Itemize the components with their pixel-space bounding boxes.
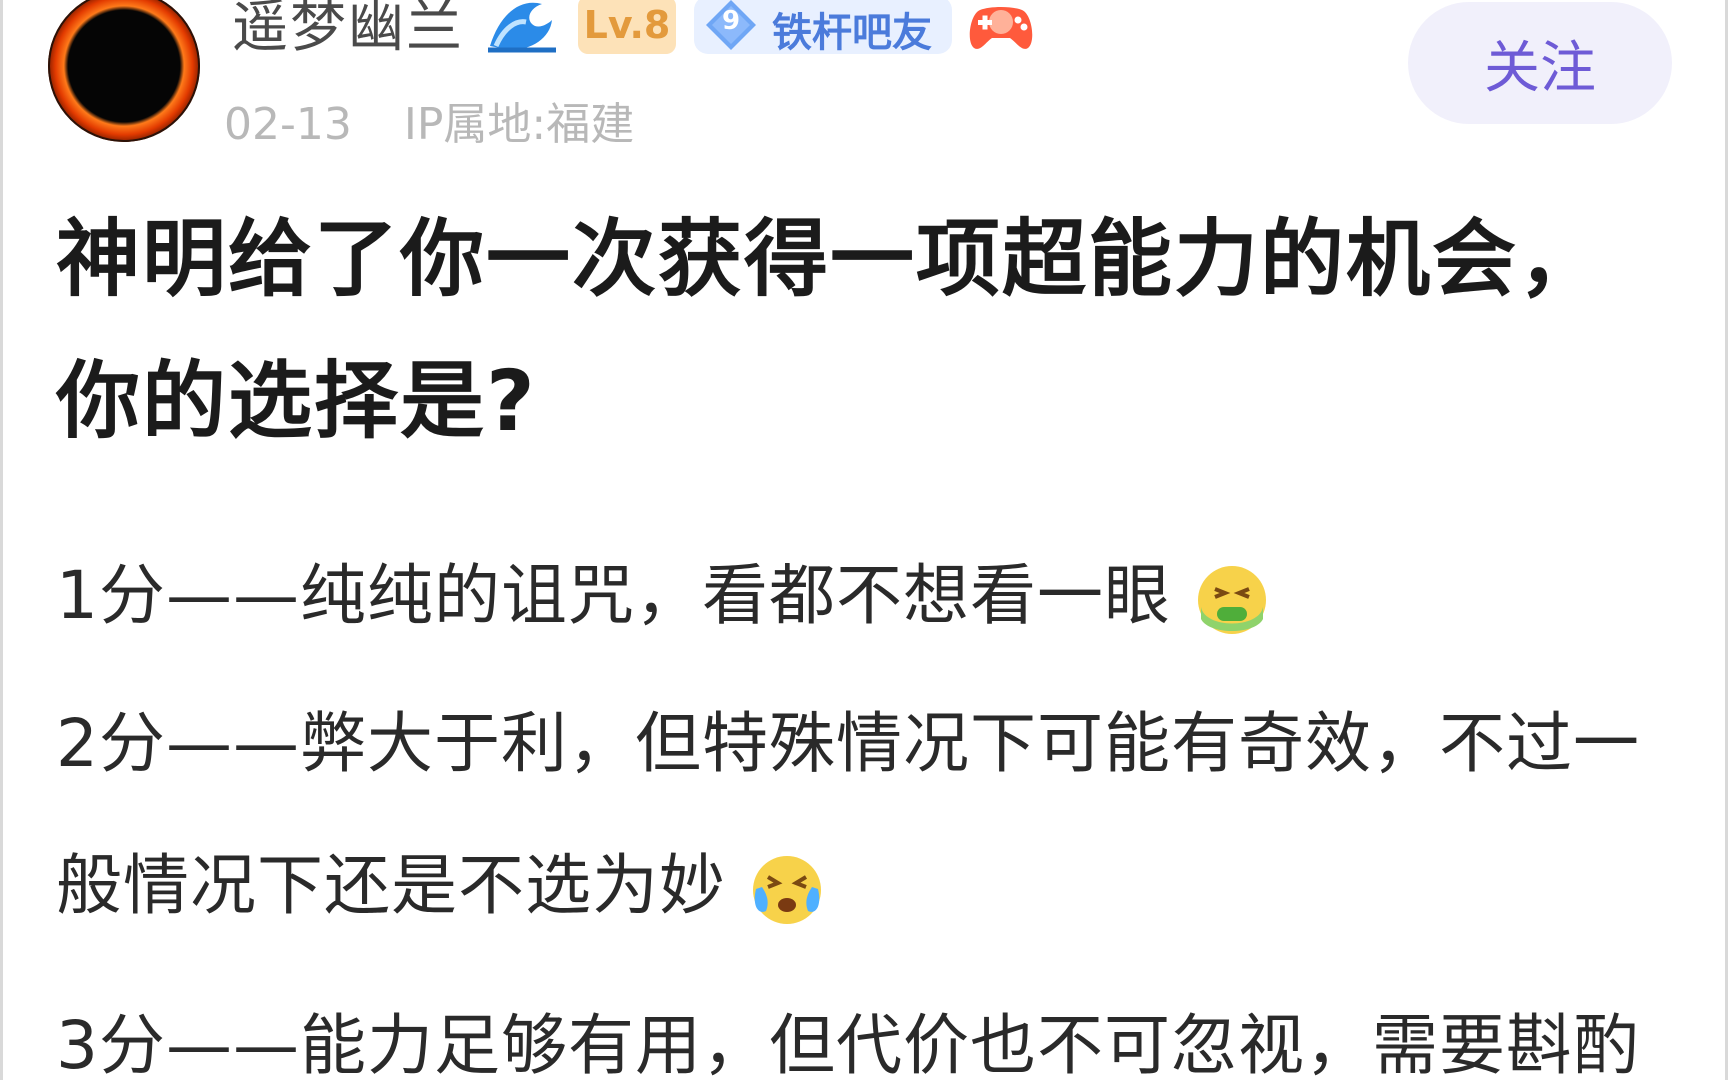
post-meta: 02-13 IP属地:福建 <box>224 88 634 152</box>
body-line-4: 3分——能力足够有用，但代价也不可忽视，需要斟酌 <box>56 992 1640 1080</box>
left-border <box>0 0 3 1080</box>
body-line-text: 1分——纯纯的诅咒，看都不想看一眼 <box>56 557 1171 634</box>
body-line-1: 1分——纯纯的诅咒，看都不想看一眼 <box>56 542 1269 638</box>
gamepad-icon <box>969 7 1033 49</box>
author-name[interactable]: 遥梦幽兰 <box>232 0 464 63</box>
post-date: 02-13 <box>224 99 352 150</box>
tieba-member-label: 铁杆吧友 <box>772 10 932 56</box>
wave-emoji-icon <box>488 2 556 53</box>
body-line-3: 般情况下还是不选为妙 <box>56 832 824 928</box>
tieba-rank-number: 9 <box>721 6 741 36</box>
ip-location: IP属地:福建 <box>403 99 635 150</box>
post-view: 遥梦幽兰 Lv.8 9 铁杆吧友 02-13 IP属地:福建 关注 神明给了你一次… <box>0 0 1728 1080</box>
crying-face-icon <box>753 855 821 924</box>
follow-button[interactable]: 关注 <box>1408 2 1672 124</box>
post-title: 神明给了你一次获得一项超能力的机会，你的选择是? <box>56 210 1605 450</box>
avatar[interactable] <box>48 0 200 142</box>
body-line-2: 2分——弊大于利，但特殊情况下可能有奇效，不过一 <box>56 690 1640 786</box>
body-line-text: 2分——弊大于利，但特殊情况下可能有奇效，不过一 <box>56 705 1640 782</box>
body-line-text: 3分——能力足够有用，但代价也不可忽视，需要斟酌 <box>56 1007 1640 1080</box>
level-badge: Lv.8 <box>578 0 676 54</box>
body-line-text: 般情况下还是不选为妙 <box>56 847 726 924</box>
nauseated-face-icon <box>1198 565 1266 634</box>
